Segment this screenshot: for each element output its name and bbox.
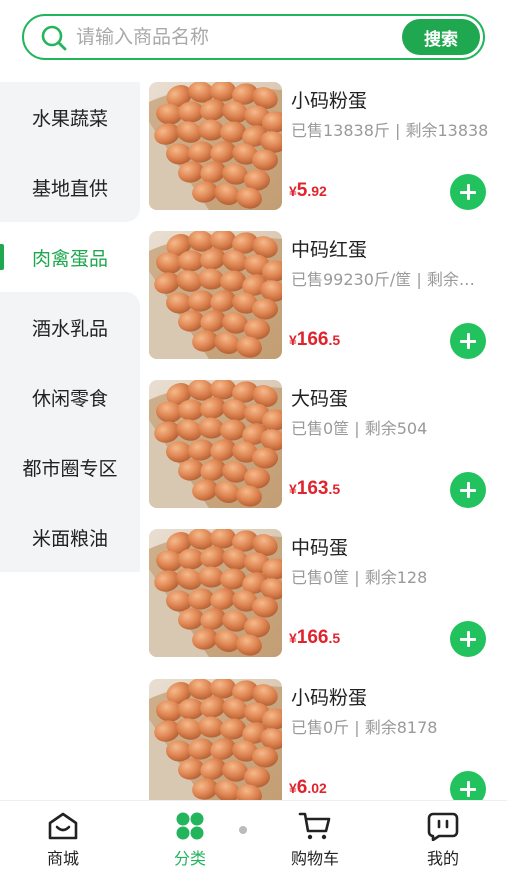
product-card[interactable]: 小码粉蛋 已售0斤 | 剩余8178 ¥6.02 <box>148 679 498 800</box>
product-card[interactable]: 中码红蛋 已售99230斤/筐 | 剩余… ¥166.5 <box>148 231 498 361</box>
category-page: 搜索 水果蔬菜 基地直供 肉禽蛋品 酒水乳品 休闲零食 都市圈专区 米面粮油 <box>0 0 507 875</box>
price-integer: 6 <box>296 777 308 798</box>
product-price: ¥5.92 <box>289 180 327 202</box>
product-name: 小码粉蛋 <box>291 687 368 709</box>
product-price: ¥6.02 <box>289 777 327 799</box>
price-integer: 166 <box>296 627 329 648</box>
product-name: 小码粉蛋 <box>291 90 368 112</box>
price-integer: 166 <box>296 329 329 350</box>
search-input[interactable] <box>76 22 396 52</box>
product-stats: 已售0筐 | 剩余128 <box>291 568 428 587</box>
product-image <box>149 529 282 657</box>
product-image <box>149 380 282 508</box>
sidebar-group-bottom: 酒水乳品 休闲零食 都市圈专区 米面粮油 <box>0 292 140 572</box>
price-decimal: .5 <box>328 332 341 348</box>
product-name: 大码蛋 <box>291 388 349 410</box>
sidebar-item-farm-direct[interactable]: 基地直供 <box>0 152 140 222</box>
cart-icon <box>298 812 331 840</box>
sidebar-item-meat-poultry-eggs[interactable]: 肉禽蛋品 <box>0 222 140 292</box>
add-to-cart-icon[interactable] <box>450 472 486 508</box>
home-icon <box>48 812 78 840</box>
product-list: 小码粉蛋 已售13838斤 | 剩余13838 ¥5.92 中码红蛋 已售992… <box>148 82 498 800</box>
tab-cart[interactable]: 购物车 <box>270 811 360 871</box>
product-stats: 已售0筐 | 剩余504 <box>291 419 428 438</box>
product-name: 中码红蛋 <box>291 239 368 261</box>
egg-basket-image <box>149 679 282 800</box>
product-name: 中码蛋 <box>291 537 349 559</box>
sidebar-item-fruits-vegetables[interactable]: 水果蔬菜 <box>0 82 140 152</box>
price-decimal: .5 <box>328 481 341 497</box>
tab-category[interactable]: 分类 <box>145 811 235 871</box>
pagination-dot <box>239 826 247 834</box>
price-symbol: ¥ <box>289 183 297 199</box>
product-price: ¥166.5 <box>289 329 340 351</box>
search-icon <box>41 25 67 51</box>
egg-shape <box>244 766 270 788</box>
product-image <box>149 82 282 210</box>
product-stats: 已售13838斤 | 剩余13838 <box>291 121 489 140</box>
egg-shape <box>244 467 270 489</box>
product-image <box>149 231 282 359</box>
tab-label: 商城 <box>46 849 79 868</box>
egg-basket-image <box>149 380 282 508</box>
profile-icon <box>427 812 459 841</box>
tab-home[interactable]: 商城 <box>18 811 108 871</box>
category-sidebar: 水果蔬菜 基地直供 肉禽蛋品 酒水乳品 休闲零食 都市圈专区 米面粮油 <box>0 82 140 572</box>
add-to-cart-icon[interactable] <box>450 174 486 210</box>
price-symbol: ¥ <box>289 332 297 348</box>
egg-basket-image <box>149 231 282 359</box>
price-decimal: .92 <box>307 183 327 199</box>
product-card[interactable]: 大码蛋 已售0筐 | 剩余504 ¥163.5 <box>148 380 498 510</box>
add-to-cart-icon[interactable] <box>450 771 486 800</box>
egg-shape <box>244 318 270 340</box>
product-price: ¥163.5 <box>289 478 340 500</box>
price-symbol: ¥ <box>289 630 297 646</box>
egg-basket-image <box>149 529 282 657</box>
tab-profile[interactable]: 我的 <box>398 811 488 871</box>
egg-shape <box>244 169 270 191</box>
product-card[interactable]: 小码粉蛋 已售13838斤 | 剩余13838 ¥5.92 <box>148 82 498 212</box>
search-bar: 搜索 <box>22 14 485 60</box>
bottom-tab-bar: 商城 分类 购物车 我的 <box>0 800 507 875</box>
product-price: ¥166.5 <box>289 627 340 649</box>
sidebar-item-snacks[interactable]: 休闲零食 <box>0 362 140 432</box>
egg-basket-image <box>149 82 282 210</box>
price-symbol: ¥ <box>289 481 297 497</box>
price-decimal: .5 <box>328 630 341 646</box>
price-symbol: ¥ <box>289 780 297 796</box>
sidebar-item-drinks-dairy[interactable]: 酒水乳品 <box>0 292 140 362</box>
sidebar-group-top: 水果蔬菜 基地直供 <box>0 82 140 222</box>
tab-label: 分类 <box>173 849 206 868</box>
price-integer: 5 <box>296 180 308 201</box>
tab-label: 我的 <box>426 849 459 868</box>
product-stats: 已售99230斤/筐 | 剩余… <box>291 270 475 289</box>
price-decimal: .02 <box>307 780 327 796</box>
tab-label: 购物车 <box>290 849 339 868</box>
sidebar-item-grain-oil[interactable]: 米面粮油 <box>0 502 140 572</box>
product-stats: 已售0斤 | 剩余8178 <box>291 718 438 737</box>
product-image <box>149 679 282 800</box>
category-icon <box>176 812 204 840</box>
egg-shape <box>244 616 270 638</box>
add-to-cart-icon[interactable] <box>450 323 486 359</box>
price-integer: 163 <box>296 478 329 499</box>
sidebar-item-metro-zone[interactable]: 都市圈专区 <box>0 432 140 502</box>
add-to-cart-icon[interactable] <box>450 621 486 657</box>
search-button[interactable]: 搜索 <box>402 19 480 55</box>
product-card[interactable]: 中码蛋 已售0筐 | 剩余128 ¥166.5 <box>148 529 498 659</box>
